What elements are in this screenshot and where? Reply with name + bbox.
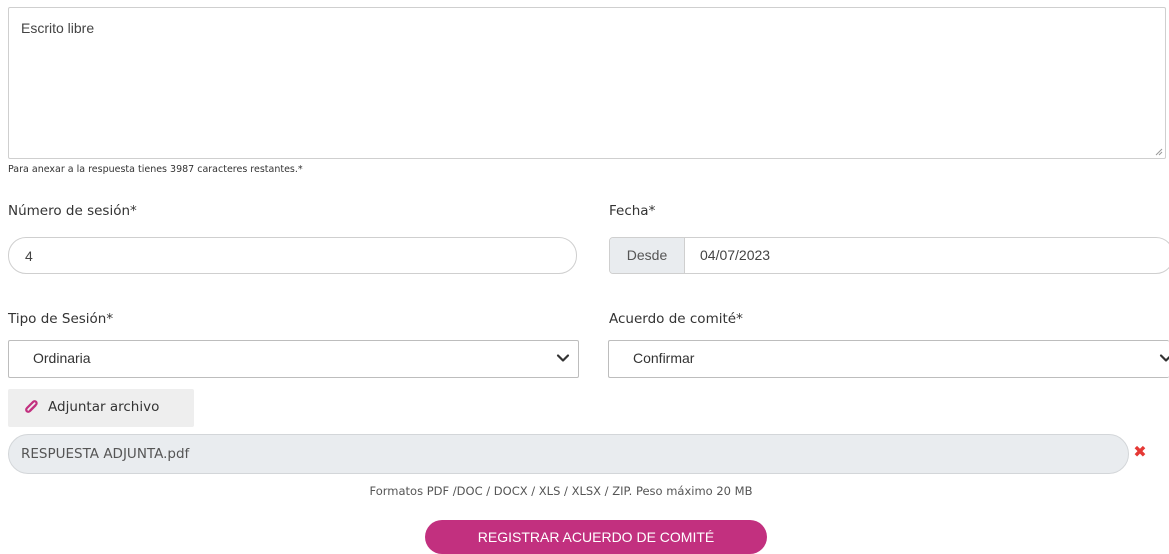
date-from-addon: Desde — [610, 238, 685, 273]
date-label: Fecha* — [609, 203, 656, 219]
committee-agreement-label: Acuerdo de comité* — [609, 311, 743, 327]
date-value[interactable]: 04/07/2023 — [700, 238, 770, 273]
chars-remaining-hint: Para anexar a la respuesta tienes 3987 c… — [8, 164, 303, 175]
date-input-group[interactable]: Desde 04/07/2023 — [609, 237, 1169, 274]
session-type-label: Tipo de Sesión* — [8, 311, 114, 327]
chevron-down-icon — [1159, 354, 1169, 362]
session-type-select[interactable]: Ordinaria — [8, 340, 579, 378]
committee-agreement-selected: Confirmar — [633, 350, 695, 366]
session-type-selected: Ordinaria — [33, 350, 91, 366]
session-number-input[interactable]: 4 — [8, 237, 577, 274]
free-text-placeholder: Escrito libre — [21, 20, 95, 36]
chevron-down-icon — [556, 354, 570, 362]
session-number-value: 4 — [25, 248, 33, 264]
attached-file-name: RESPUESTA ADJUNTA.pdf — [21, 446, 190, 462]
committee-agreement-select[interactable]: Confirmar — [608, 340, 1169, 378]
resize-grip-icon[interactable] — [1155, 148, 1163, 156]
attach-file-button[interactable]: Adjuntar archivo — [8, 389, 194, 427]
paperclip-icon — [25, 400, 38, 413]
session-number-label: Número de sesión* — [8, 203, 137, 219]
attached-file-field: RESPUESTA ADJUNTA.pdf — [8, 434, 1129, 474]
file-formats-note: Formatos PDF /DOC / DOCX / XLS / XLSX / … — [369, 484, 753, 498]
attach-file-label: Adjuntar archivo — [48, 399, 160, 415]
close-icon[interactable]: ✖ — [1132, 444, 1148, 460]
register-committee-agreement-button[interactable]: REGISTRAR ACUERDO DE COMITÉ — [425, 520, 767, 554]
free-text-textarea[interactable]: Escrito libre — [8, 7, 1166, 159]
